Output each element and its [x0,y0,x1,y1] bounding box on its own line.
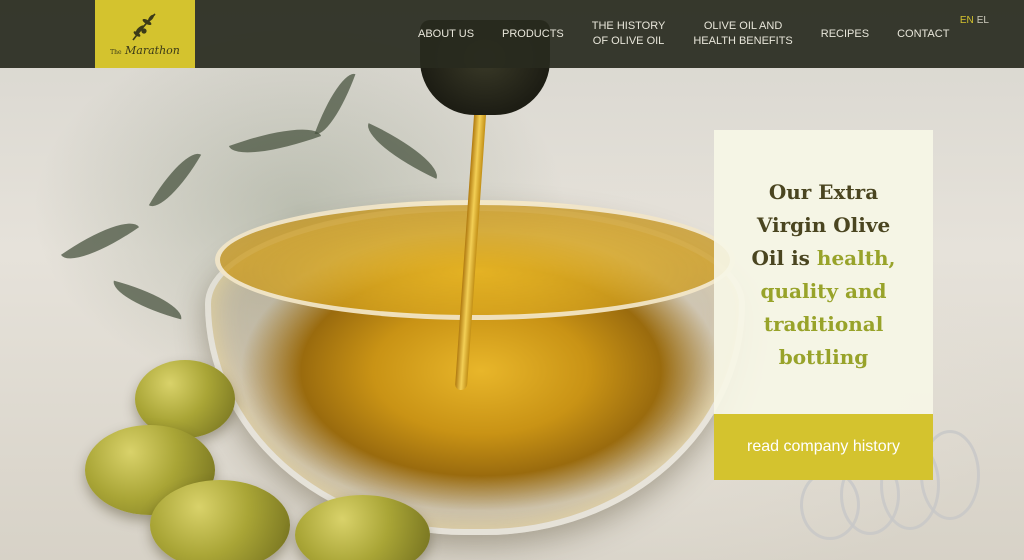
hero-card: Our Extra Virgin Olive Oil is health, qu… [714,130,933,480]
hero-headline: Our Extra Virgin Olive Oil is health, qu… [714,176,933,374]
top-navbar: The Marathon ABOUT US PRODUCTS THE HISTO… [0,0,1024,68]
olive-leaf [60,209,140,273]
nav-item-contact[interactable]: CONTACT [883,27,963,42]
olive-leaf [108,280,187,320]
nav-item-history[interactable]: THE HISTORY OF OLIVE OIL [578,19,680,49]
olive-leaf [359,123,446,179]
logo-name-text: Marathon [125,43,180,57]
logo-small-text: The [110,48,122,56]
language-switcher: EN EL [960,15,989,26]
language-el[interactable]: EL [977,15,989,26]
olive-leaf [228,115,322,167]
olive-branch-icon [132,12,156,40]
main-nav: ABOUT US PRODUCTS THE HISTORY OF OLIVE O… [404,0,963,68]
olive [150,480,290,560]
olive-leaf [314,68,356,140]
nav-item-about-us[interactable]: ABOUT US [404,27,488,42]
read-company-history-button[interactable]: read company history [714,414,933,480]
logo[interactable]: The Marathon [95,0,195,68]
nav-item-health-benefits[interactable]: OLIVE OIL AND HEALTH BENEFITS [679,19,806,49]
language-en[interactable]: EN [960,15,974,26]
nav-item-products[interactable]: PRODUCTS [488,27,578,42]
olive-leaf [148,144,202,216]
logo-wordmark: The Marathon [110,44,180,57]
nav-item-recipes[interactable]: RECIPES [807,27,883,42]
